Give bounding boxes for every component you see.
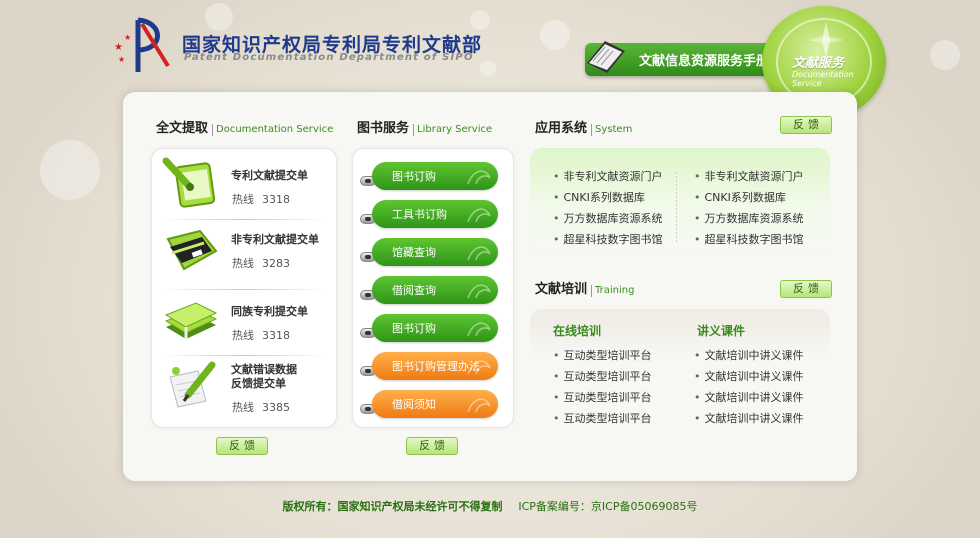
divider (160, 219, 328, 220)
fulltext-card: 专利文献提交单 热线 3318 非专利文献提交单 热线 3283 同族专利提交单 热… (151, 148, 337, 428)
library-button-order-rules[interactable]: 图书订购管理办法 (372, 352, 498, 380)
swirl-icon (467, 322, 491, 337)
library-heading-en: Library Service (413, 124, 492, 136)
training-heading-en: Training (591, 285, 634, 297)
apps-heading-zh: 应用系统 (535, 121, 588, 136)
app-link[interactable]: CNKI系列数据库 (694, 189, 786, 205)
library-button-label: 馆藏查询 (392, 246, 436, 259)
fulltext-item-name-line1: 文献错误数据 (231, 363, 297, 376)
fulltext-item-family[interactable]: 同族专利提交单 热线 3318 (152, 293, 337, 355)
app-link[interactable]: 非专利文献资源门户 (694, 168, 804, 184)
library-button-book-order[interactable]: 图书订购 (372, 162, 498, 190)
fulltext-feedback-button[interactable]: 反馈 (216, 437, 268, 455)
app-link[interactable]: 万方数据库资源系统 (553, 210, 663, 226)
fulltext-item-name-line2: 反馈提交单 (231, 377, 286, 390)
paper-pen-icon (169, 361, 216, 408)
book-icon (587, 41, 625, 73)
library-button-book-order-2[interactable]: 图书订购 (372, 314, 498, 342)
library-button-label: 借阅须知 (392, 398, 436, 411)
copyright-text: 版权所有：国家知识产权局未经许可不得复制 (282, 500, 503, 513)
library-button-label: 工具书订购 (392, 208, 447, 221)
column-divider (676, 172, 677, 244)
divider (160, 289, 328, 290)
library-button-label: 图书订购 (392, 170, 436, 183)
footer: 版权所有：国家知识产权局未经许可不得复制 ICP备案编号：京ICP备050690… (0, 498, 980, 514)
library-button-label: 借阅查询 (392, 284, 436, 297)
fulltext-item-hotline: 热线 3318 (232, 329, 290, 342)
library-button-label: 图书订购 (392, 322, 436, 335)
svg-text:★: ★ (124, 33, 131, 42)
swirl-icon (467, 246, 491, 261)
courseware-link[interactable]: 文献培训中讲义课件 (694, 347, 804, 363)
courseware-link[interactable]: 文献培训中讲义课件 (694, 389, 804, 405)
stacked-books-icon (164, 302, 218, 339)
library-heading-zh: 图书服务 (357, 121, 410, 136)
training-heading-zh: 文献培训 (535, 282, 588, 297)
swirl-icon (467, 170, 491, 185)
sipo-logo-icon: ★ ★ ★ (114, 17, 170, 72)
training-link[interactable]: 互动类型培训平台 (553, 410, 652, 426)
library-button-borrow-search[interactable]: 借阅查询 (372, 276, 498, 304)
swirl-icon (467, 284, 491, 299)
service-manual-button[interactable]: 文献信息资源服务手册 (585, 41, 777, 76)
notepad-pen-icon (162, 157, 216, 208)
site-subtitle: Patent Documentation Department of SIPO (184, 52, 474, 63)
header: ★ ★ ★ 国家知识产权局专利局专利文献部 Patent Documentati… (0, 0, 980, 118)
badge-subtitle: Documentation Service (792, 70, 854, 88)
training-feedback-button[interactable]: 反馈 (780, 280, 832, 298)
online-training-heading: 在线培训 (553, 324, 602, 338)
library-button-collection-search[interactable]: 馆藏查询 (372, 238, 498, 266)
training-link[interactable]: 互动类型培训平台 (553, 389, 652, 405)
courseware-link[interactable]: 文献培训中讲义课件 (694, 368, 804, 384)
badge-title: 文献服务 (792, 56, 845, 71)
training-link[interactable]: 互动类型培训平台 (553, 347, 652, 363)
fulltext-item-hotline: 热线 3283 (232, 257, 290, 270)
swirl-icon (467, 208, 491, 223)
app-link[interactable]: 超星科技数字图书馆 (553, 231, 663, 247)
swirl-icon (467, 360, 491, 375)
svg-text:★: ★ (118, 55, 125, 64)
fulltext-item-hotline: 热线 3385 (232, 401, 290, 414)
apps-heading-en: System (591, 124, 632, 136)
fulltext-item-name: 同族专利提交单 (231, 305, 308, 318)
divider (160, 355, 328, 356)
fulltext-item-error-feedback[interactable]: 文献错误数据 反馈提交单 热线 3385 (152, 359, 337, 421)
training-link[interactable]: 互动类型培训平台 (553, 368, 652, 384)
fulltext-item-hotline: 热线 3318 (232, 193, 290, 206)
folder-icon (166, 229, 218, 271)
courseware-heading: 讲义课件 (697, 324, 746, 338)
courseware-link[interactable]: 文献培训中讲义课件 (694, 410, 804, 426)
fulltext-heading-zh: 全文提取 (156, 121, 209, 136)
app-link[interactable]: CNKI系列数据库 (553, 189, 645, 205)
fulltext-item-name: 非专利文献提交单 (231, 233, 319, 246)
service-manual-label: 文献信息资源服务手册 (639, 54, 770, 69)
swirl-icon (467, 398, 491, 413)
icp-text: ICP备案编号：京ICP备05069085号 (518, 500, 698, 513)
apps-feedback-button[interactable]: 反馈 (780, 116, 832, 134)
svg-text:★: ★ (114, 42, 123, 53)
decor-bubble (40, 140, 100, 200)
library-feedback-button[interactable]: 反馈 (406, 437, 458, 455)
library-heading: 图书服务 Library Service (357, 117, 492, 136)
library-button-borrow-notice[interactable]: 借阅须知 (372, 390, 498, 418)
app-link[interactable]: 超星科技数字图书馆 (694, 231, 804, 247)
fulltext-item-patent[interactable]: 专利文献提交单 热线 3318 (152, 155, 337, 217)
apps-heading: 应用系统 System (535, 117, 632, 136)
training-heading: 文献培训 Training (535, 278, 634, 297)
app-link[interactable]: 万方数据库资源系统 (694, 210, 804, 226)
library-button-reference-order[interactable]: 工具书订购 (372, 200, 498, 228)
fulltext-item-name: 专利文献提交单 (231, 169, 308, 182)
fulltext-heading-en: Documentation Service (212, 124, 333, 136)
fulltext-item-nonpatent[interactable]: 非专利文献提交单 热线 3283 (152, 223, 337, 285)
app-link[interactable]: 非专利文献资源门户 (553, 168, 663, 184)
fulltext-heading: 全文提取 Documentation Service (156, 117, 333, 136)
